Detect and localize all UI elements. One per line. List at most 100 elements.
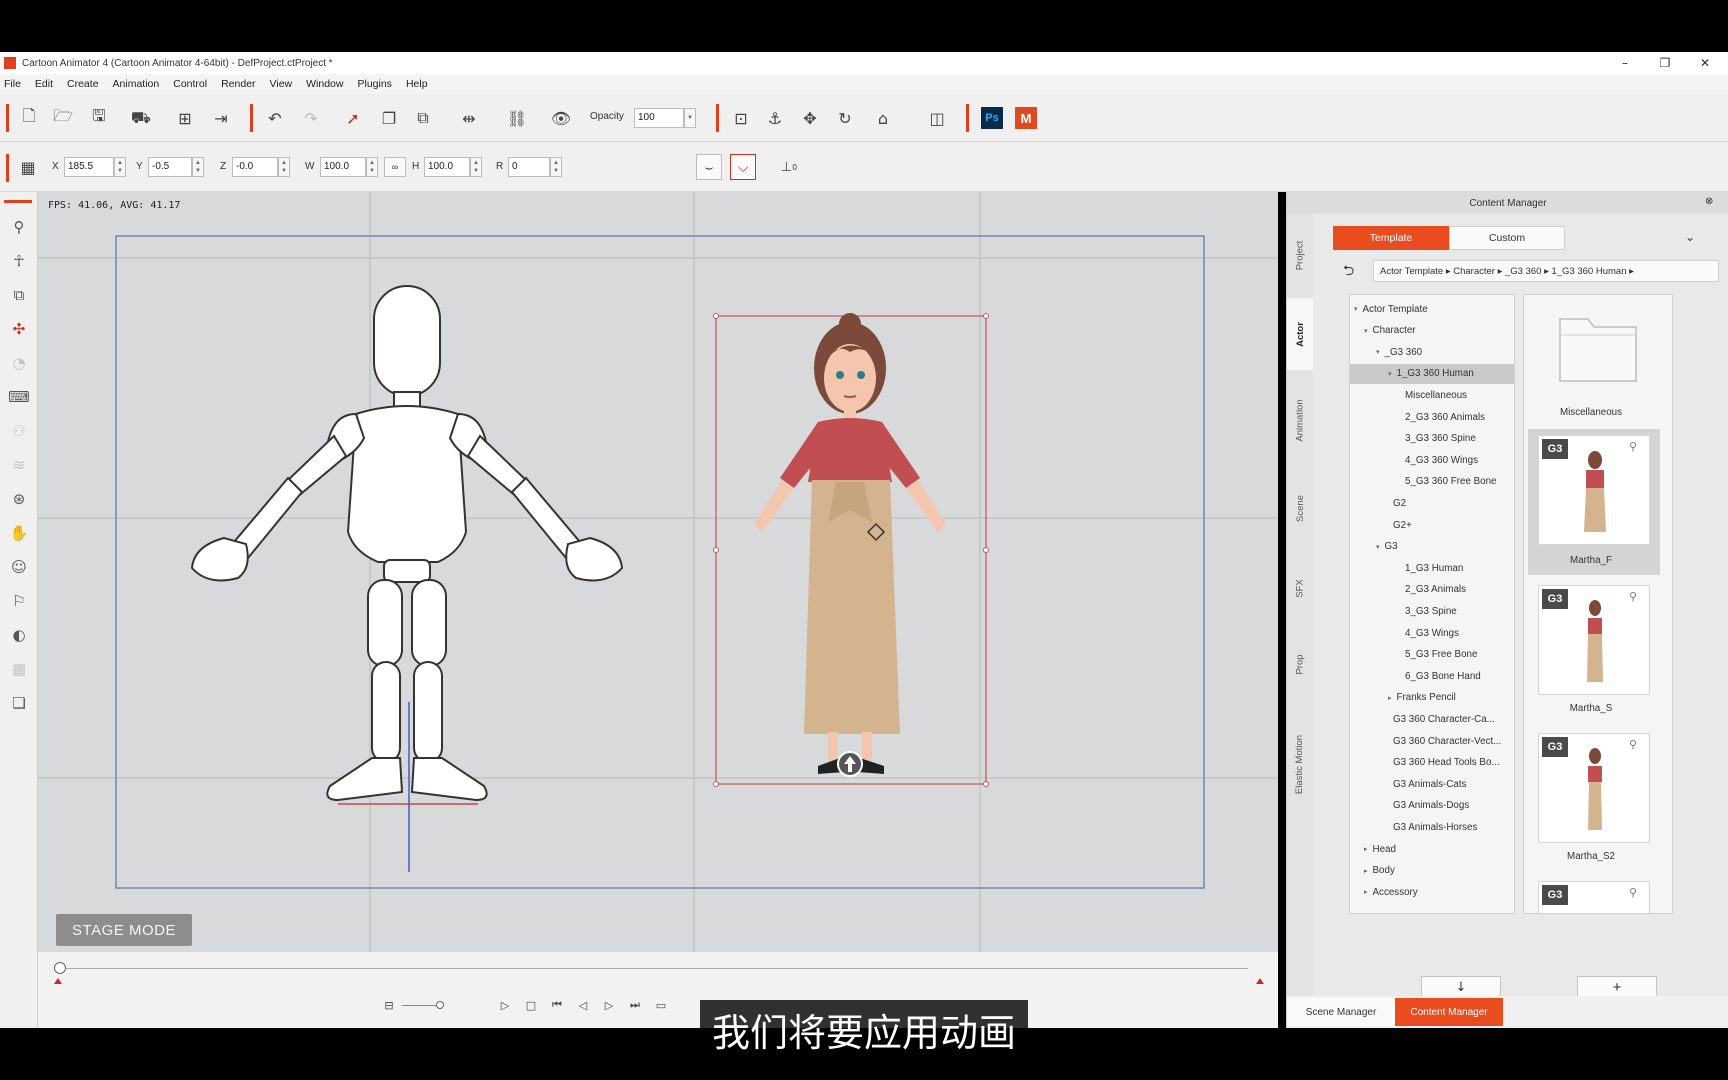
end-marker[interactable]: [1256, 978, 1264, 984]
r-stepper[interactable]: ▲ ▼: [550, 157, 562, 177]
tab-sfx[interactable]: SFX: [1287, 552, 1313, 624]
w-stepper[interactable]: ▲ ▼: [366, 157, 378, 177]
collapse-icon[interactable]: ⌄: [1685, 230, 1701, 246]
tree-item[interactable]: ▸ Body: [1350, 861, 1514, 881]
m-plugin-button[interactable]: M: [1015, 107, 1037, 129]
ease-in-icon[interactable]: ⌣: [696, 154, 722, 180]
next-frame-icon[interactable]: ▷: [600, 996, 618, 1014]
menu-plugins[interactable]: Plugins: [357, 78, 391, 90]
tab-animation[interactable]: Animation: [1287, 378, 1313, 462]
link-scale-button[interactable]: ∞: [384, 157, 406, 177]
tree-item[interactable]: G2: [1350, 493, 1514, 513]
stop-icon[interactable]: □: [522, 996, 540, 1014]
collapsed-icon[interactable]: ▸: [1364, 867, 1368, 875]
menu-animation[interactable]: Animation: [113, 78, 160, 90]
tree-item[interactable]: ▾ _G3 360: [1350, 342, 1514, 362]
tab-scene[interactable]: Scene: [1287, 472, 1313, 544]
head-turn-icon[interactable]: ◐: [6, 622, 32, 648]
speed-icon[interactable]: ⊟: [380, 996, 398, 1014]
timeline-track[interactable]: [60, 968, 1248, 969]
timer-icon[interactable]: ◔: [6, 350, 32, 376]
menu-edit[interactable]: Edit: [35, 78, 53, 90]
w-input[interactable]: 100.0: [320, 157, 366, 177]
martha-s-thumb[interactable]: G3 ⚲: [1538, 585, 1650, 695]
tree-item[interactable]: ▸ Franks Pencil: [1350, 688, 1514, 708]
timeline-playhead[interactable]: [54, 962, 66, 974]
download-button[interactable]: ↓: [1421, 976, 1501, 998]
y-stepper[interactable]: ▲ ▼: [192, 157, 204, 177]
back-icon[interactable]: ⮌: [1343, 260, 1363, 280]
bone-editor-icon[interactable]: ☥: [6, 248, 32, 274]
martha-f-thumb[interactable]: G3 ⚲: [1538, 435, 1650, 545]
last-frame-icon[interactable]: ⏭: [626, 996, 644, 1014]
tree-item[interactable]: G3 360 Character-Vect...: [1350, 731, 1514, 751]
panel-close-icon[interactable]: ⊗: [1705, 196, 1719, 210]
x-input[interactable]: 185.5: [64, 157, 114, 177]
add-button[interactable]: +: [1577, 976, 1657, 998]
x-stepper[interactable]: ▲ ▼: [114, 157, 126, 177]
menu-file[interactable]: File: [4, 78, 21, 90]
close-button[interactable]: ✕: [1688, 52, 1722, 74]
menu-control[interactable]: Control: [173, 78, 207, 90]
deform-icon[interactable]: ⊛: [6, 486, 32, 512]
tree-item[interactable]: 4_G3 Wings: [1350, 623, 1514, 643]
z-stepper[interactable]: ▲ ▼: [278, 157, 290, 177]
layer-order-icon[interactable]: ❏: [6, 690, 32, 716]
menu-help[interactable]: Help: [406, 78, 428, 90]
import-icon[interactable]: ⊞: [172, 105, 198, 131]
flip-icon[interactable]: ⇹: [456, 105, 482, 131]
menu-render[interactable]: Render: [221, 78, 255, 90]
home-icon[interactable]: ⌂: [870, 105, 896, 131]
menu-view[interactable]: View: [270, 78, 293, 90]
tree-item[interactable]: ▾ Character: [1350, 321, 1514, 341]
tab-prop[interactable]: Prop: [1287, 628, 1313, 700]
start-marker[interactable]: [54, 978, 62, 984]
thumbnail-grid[interactable]: Miscellaneous G3 ⚲ Martha_F G3 ⚲ Martha_…: [1523, 294, 1673, 914]
tree-item[interactable]: ▾ 1_G3 360 Human: [1350, 363, 1514, 384]
tree-item[interactable]: G3 360 Character-Ca...: [1350, 709, 1514, 729]
tree-item[interactable]: ▾ G3: [1350, 537, 1514, 557]
save-icon[interactable]: 🖫: [86, 105, 112, 131]
tab-template[interactable]: Template: [1333, 226, 1449, 250]
speed-slider-knob[interactable]: [436, 1001, 444, 1009]
sprite-editor-icon[interactable]: ⧉: [6, 282, 32, 308]
link-icon[interactable]: ⛓: [504, 105, 530, 131]
h-stepper[interactable]: ▲ ▼: [470, 157, 482, 177]
grid-dim-icon[interactable]: ▦: [6, 656, 32, 682]
collapsed-icon[interactable]: ▸: [1364, 888, 1368, 896]
anchor-icon[interactable]: ⚓: [762, 105, 788, 131]
open-folder-icon[interactable]: 🗁: [50, 105, 76, 131]
collapsed-icon[interactable]: ▸: [1388, 694, 1392, 702]
stage-mode-badge[interactable]: STAGE MODE: [56, 914, 192, 946]
opacity-dropdown[interactable]: ▼: [684, 108, 696, 128]
menu-create[interactable]: Create: [67, 78, 99, 90]
tree-item[interactable]: 5_G3 360 Free Bone: [1350, 472, 1514, 492]
pose-icon[interactable]: ⚇: [6, 418, 32, 444]
undo-icon[interactable]: ↶: [262, 105, 288, 131]
tree-item[interactable]: 2_G3 Animals: [1350, 580, 1514, 600]
tab-content-manager[interactable]: Content Manager: [1395, 998, 1503, 1026]
camera-icon[interactable]: ⊡: [728, 105, 754, 131]
layers-icon[interactable]: ⧉: [410, 105, 436, 131]
tree-item[interactable]: ▸ Head: [1350, 839, 1514, 859]
offset-icon[interactable]: ⊥ 0: [776, 154, 802, 180]
minimize-button[interactable]: –: [1608, 52, 1642, 74]
expanded-icon[interactable]: ▾: [1364, 327, 1368, 335]
character-composer-icon[interactable]: ⚲: [6, 214, 32, 240]
ease-out-icon[interactable]: ⌵: [730, 154, 756, 180]
tree-item[interactable]: G3 Animals-Horses: [1350, 817, 1514, 837]
tree-item[interactable]: G3 360 Head Tools Bo...: [1350, 753, 1514, 773]
h-input[interactable]: 100.0: [424, 157, 470, 177]
collapsed-icon[interactable]: ▸: [1364, 845, 1368, 853]
previous-frame-icon[interactable]: ◁: [574, 996, 592, 1014]
opacity-input[interactable]: 100: [634, 108, 684, 128]
new-file-icon[interactable]: 🗋: [16, 105, 42, 131]
lipsync-icon[interactable]: ≋: [6, 452, 32, 478]
play-icon[interactable]: ▷: [496, 996, 514, 1014]
folder-tree[interactable]: ▾ Actor Template ▾ Character ▾ _G3 360 ▾ 1_G3 3…: [1349, 294, 1515, 914]
shop-icon[interactable]: ⛟: [128, 105, 154, 131]
expanded-icon[interactable]: ▾: [1388, 370, 1392, 378]
tree-item[interactable]: 4_G3 360 Wings: [1350, 450, 1514, 470]
motion-puppet-icon[interactable]: ⚐: [6, 588, 32, 614]
expanded-icon[interactable]: ▾: [1354, 305, 1358, 313]
